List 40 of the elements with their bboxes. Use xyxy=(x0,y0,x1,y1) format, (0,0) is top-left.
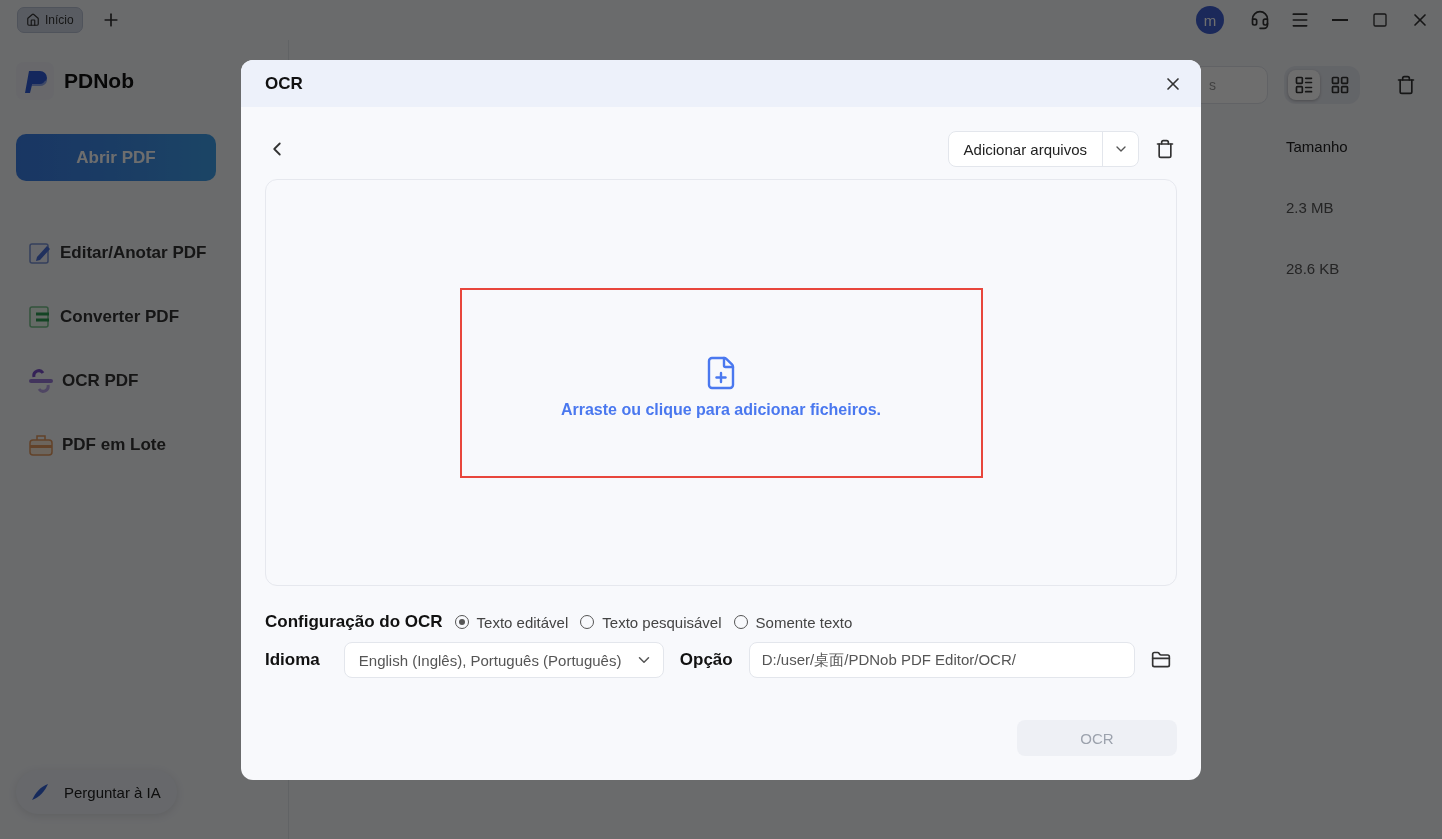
ask-ai-button[interactable]: Perguntar à IA xyxy=(16,770,177,814)
menu-icon xyxy=(1290,10,1310,30)
config-label: Configuração do OCR xyxy=(265,612,443,632)
minimize-icon xyxy=(1332,19,1348,21)
sidebar-item-label: Editar/Anotar PDF xyxy=(60,243,207,263)
home-tab[interactable]: Início xyxy=(17,7,83,33)
sidebar-item-label: PDF em Lote xyxy=(62,435,166,455)
open-pdf-button[interactable]: Abrir PDF xyxy=(16,134,216,181)
sidebar-item-label: Converter PDF xyxy=(60,307,180,327)
headset-icon xyxy=(1250,10,1270,30)
output-label: Opção xyxy=(679,650,733,670)
output-path-field[interactable]: D:/user/桌面/PDNob PDF Editor/OCR/ xyxy=(748,642,1135,678)
pencil-note-icon xyxy=(28,241,52,265)
dialog-title: OCR xyxy=(265,73,303,94)
language-select[interactable]: English (Inglês), Português (Português) xyxy=(343,642,664,678)
table-cell-text: 2.3 MB xyxy=(1286,199,1335,216)
sparkle-icon xyxy=(30,782,50,802)
view-button[interactable] xyxy=(1288,70,1320,100)
scan-icon xyxy=(28,369,54,393)
convert-document-icon xyxy=(28,305,52,329)
column-header: Tamanho xyxy=(1286,138,1349,155)
list-view-icon xyxy=(1294,75,1314,95)
language-label: Idioma xyxy=(265,650,320,670)
app-name: PDNob xyxy=(64,69,134,93)
drop-hint: Arraste ou clique para adicionar ficheiros. xyxy=(560,400,882,419)
radio-option[interactable]: Texto pesquisável xyxy=(580,613,722,631)
radio-option[interactable]: Texto editável xyxy=(454,613,569,631)
toolbox-icon xyxy=(28,433,54,457)
trash-icon xyxy=(1155,139,1175,159)
user-avatar[interactable]: m xyxy=(1196,6,1224,34)
trash-icon xyxy=(1396,75,1416,95)
sidebar-item-label: OCR PDF xyxy=(62,371,139,391)
table-cell-text: 28.6 KB xyxy=(1286,260,1341,277)
radio-option[interactable]: Somente texto xyxy=(733,613,853,631)
tab-label: Início xyxy=(45,13,74,27)
grid-view-icon xyxy=(1330,75,1350,95)
home-icon xyxy=(26,13,40,27)
folder-icon xyxy=(1150,650,1171,670)
maximize-icon xyxy=(1372,12,1388,28)
drop-area[interactable]: Arraste ou clique para adicionar ficheiros. xyxy=(265,179,1177,586)
